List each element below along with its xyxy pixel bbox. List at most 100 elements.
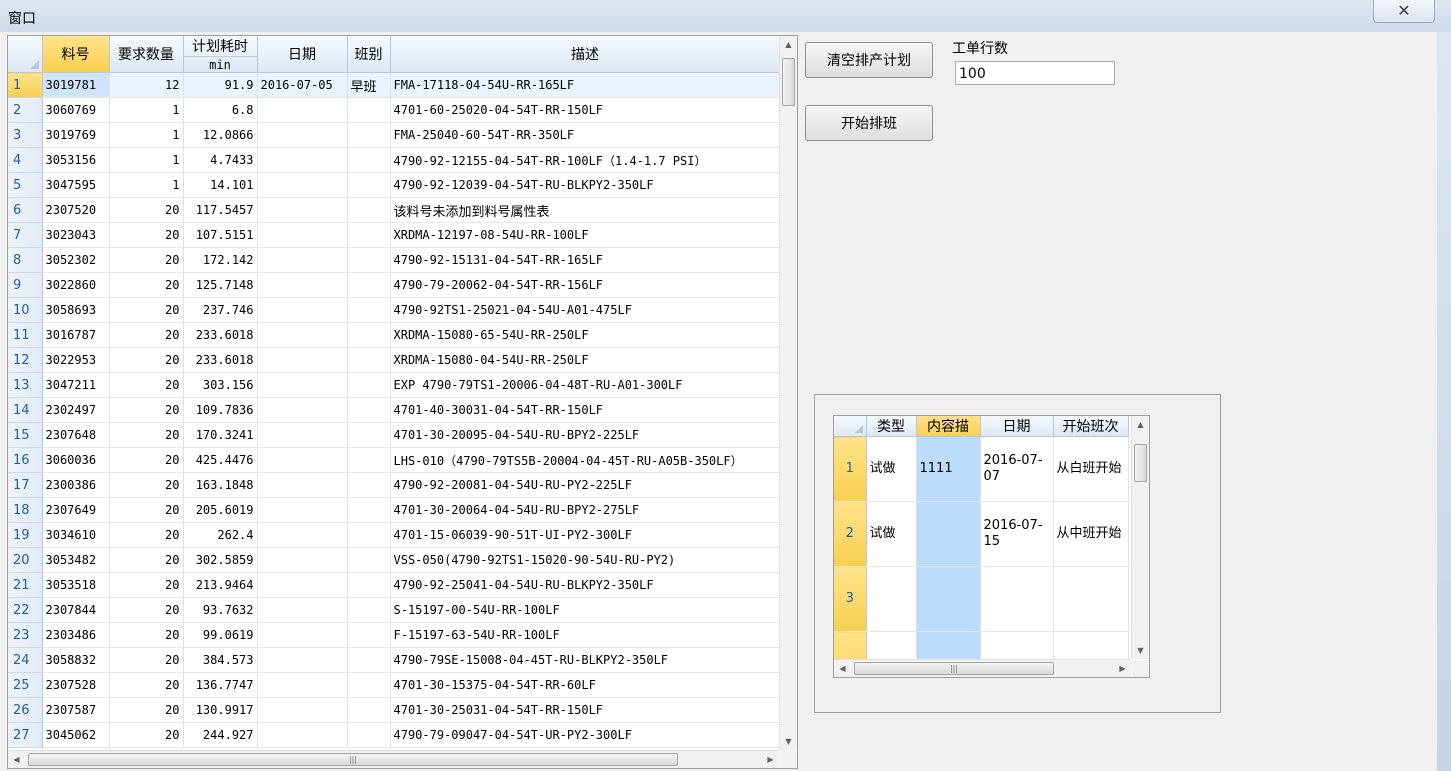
cell-desc[interactable]: 4790-92-12039-04-54T-RU-BLKPY2-350LF — [390, 172, 781, 198]
cell-date[interactable] — [257, 147, 348, 173]
cell-code[interactable]: 3058832 — [42, 647, 110, 673]
grid2-table-row[interactable]: 3 — [834, 566, 1129, 632]
grid2-col-header-type[interactable]: 类型 — [866, 416, 917, 437]
grid2-cell-content[interactable] — [916, 501, 981, 567]
cell-desc[interactable]: 4701-15-06039-90-51T-UI-PY2-300LF — [390, 522, 781, 548]
row-number[interactable]: 1 — [8, 72, 43, 98]
table-row[interactable]: 12 3022953 20 233.6018 XRDMA-15080-04-54U-RR… — [8, 347, 781, 373]
cell-shift[interactable] — [347, 447, 391, 473]
cell-shift[interactable] — [347, 572, 391, 598]
cell-code[interactable]: 2307587 — [42, 697, 110, 723]
cell-qty[interactable]: 20 — [109, 297, 184, 323]
cell-qty[interactable]: 1 — [109, 172, 184, 198]
grid2-col-header-content[interactable]: 内容描 — [916, 416, 981, 437]
cell-time[interactable]: 302.5859 — [183, 547, 258, 573]
cell-date[interactable] — [257, 622, 348, 648]
cell-code[interactable]: 3022860 — [42, 272, 110, 298]
cell-shift[interactable] — [347, 697, 391, 723]
table-row[interactable]: 13 3047211 20 303.156 EXP 4790-79TS1-20006-0… — [8, 372, 781, 398]
cell-date[interactable] — [257, 222, 348, 248]
special-schedule-grid[interactable]: 类型 内容描 日期 开始班次 1 试做 1111 2016-07-07 从白班开始 2 试做… — [833, 415, 1150, 678]
cell-desc[interactable]: 4790-92-15131-04-54T-RR-165LF — [390, 247, 781, 273]
cell-desc[interactable]: XRDMA-12197-08-54U-RR-100LF — [390, 222, 781, 248]
grid2-cell-date[interactable]: 2016-07-15 — [980, 501, 1054, 567]
table-row[interactable]: 11 3016787 20 233.6018 XRDMA-15080-65-54U-RR… — [8, 322, 781, 348]
cell-qty[interactable]: 20 — [109, 472, 184, 498]
cell-qty[interactable]: 20 — [109, 347, 184, 373]
grid2-cell-date[interactable]: 2016-07-07 — [980, 436, 1054, 502]
cell-date[interactable] — [257, 172, 348, 198]
cell-date[interactable] — [257, 422, 348, 448]
table-row[interactable]: 15 2307648 20 170.3241 4701-30-20095-04-54U-… — [8, 422, 781, 448]
table-row[interactable]: 23 2303486 20 99.0619 F-15197-63-54U-RR-100L… — [8, 622, 781, 648]
grid2-row-number[interactable]: 3 — [834, 566, 867, 632]
cell-date[interactable] — [257, 647, 348, 673]
cell-code[interactable]: 3019781 — [42, 72, 110, 98]
cell-date[interactable] — [257, 322, 348, 348]
cell-time[interactable]: 205.6019 — [183, 497, 258, 523]
grid2-scroll-up-icon[interactable]: ▲ — [1132, 416, 1149, 433]
cell-desc[interactable]: 4790-92-12155-04-54T-RR-100LF（1.4-1.7 PS… — [390, 147, 781, 173]
cell-date[interactable] — [257, 572, 348, 598]
cell-shift[interactable] — [347, 672, 391, 698]
grid2-cell-start[interactable]: 从白班开始 — [1053, 436, 1129, 502]
grid2-select-all-corner[interactable] — [834, 416, 867, 437]
cell-date[interactable] — [257, 672, 348, 698]
cell-date[interactable] — [257, 697, 348, 723]
row-number[interactable]: 16 — [8, 447, 43, 473]
cell-date[interactable] — [257, 347, 348, 373]
cell-desc[interactable]: 4701-30-25031-04-54T-RR-150LF — [390, 697, 781, 723]
cell-code[interactable]: 2300386 — [42, 472, 110, 498]
cell-desc[interactable]: 4790-92-20081-04-54U-RU-PY2-225LF — [390, 472, 781, 498]
cell-time[interactable]: 172.142 — [183, 247, 258, 273]
cell-desc[interactable]: 4790-79-20062-04-54T-RR-156LF — [390, 272, 781, 298]
schedule-grid[interactable]: 料号 要求数量 计划耗时 min 日期 班别 描述 1 3019781 12 91.9 2… — [7, 35, 798, 769]
cell-time[interactable]: 136.7747 — [183, 672, 258, 698]
row-number[interactable]: 3 — [8, 122, 43, 148]
row-number[interactable]: 13 — [8, 372, 43, 398]
scroll-thumb[interactable] — [782, 58, 795, 106]
table-row[interactable]: 24 3058832 20 384.573 4790-79SE-15008-04-45T… — [8, 647, 781, 673]
cell-code[interactable]: 3053518 — [42, 572, 110, 598]
cell-desc[interactable]: F-15197-63-54U-RR-100LF — [390, 622, 781, 648]
cell-code[interactable]: 3023043 — [42, 222, 110, 248]
grid2-cell-start[interactable] — [1053, 566, 1129, 632]
cell-desc[interactable]: S-15197-00-54U-RR-100LF — [390, 597, 781, 623]
grid2-vertical-scrollbar[interactable]: ▲ ▼ — [1131, 416, 1149, 659]
cell-date[interactable] — [257, 447, 348, 473]
cell-time[interactable]: 425.4476 — [183, 447, 258, 473]
cell-shift[interactable] — [347, 222, 391, 248]
cell-desc[interactable]: 4790-79SE-15008-04-45T-RU-BLKPY2-350LF — [390, 647, 781, 673]
grid2-cell-content[interactable]: 1111 — [916, 436, 981, 502]
cell-code[interactable]: 3060769 — [42, 97, 110, 123]
cell-desc[interactable]: 4790-79-09047-04-54T-UR-PY2-300LF — [390, 722, 781, 748]
cell-desc[interactable]: 4701-60-25020-04-54T-RR-150LF — [390, 97, 781, 123]
cell-code[interactable]: 3060036 — [42, 447, 110, 473]
col-header-qty[interactable]: 要求数量 — [109, 36, 184, 73]
cell-date[interactable] — [257, 722, 348, 748]
row-number[interactable]: 4 — [8, 147, 43, 173]
cell-time[interactable]: 107.5151 — [183, 222, 258, 248]
cell-code[interactable]: 2307649 — [42, 497, 110, 523]
cell-date[interactable] — [257, 272, 348, 298]
cell-shift[interactable] — [347, 547, 391, 573]
table-row[interactable]: 19 3034610 20 262.4 4701-15-06039-90-51T-UI-… — [8, 522, 781, 548]
cell-qty[interactable]: 20 — [109, 397, 184, 423]
cell-date[interactable] — [257, 547, 348, 573]
cell-date[interactable] — [257, 372, 348, 398]
row-number[interactable]: 10 — [8, 297, 43, 323]
row-number[interactable]: 8 — [8, 247, 43, 273]
cell-date[interactable] — [257, 122, 348, 148]
row-number[interactable]: 7 — [8, 222, 43, 248]
row-number[interactable]: 20 — [8, 547, 43, 573]
table-row[interactable]: 10 3058693 20 237.746 4790-92TS1-25021-04-54… — [8, 297, 781, 323]
cell-time[interactable]: 117.5457 — [183, 197, 258, 223]
cell-time[interactable]: 233.6018 — [183, 322, 258, 348]
cell-date[interactable] — [257, 197, 348, 223]
row-number[interactable]: 12 — [8, 347, 43, 373]
grid2-scroll-right-icon[interactable]: ▶ — [1114, 660, 1131, 677]
table-row[interactable]: 8 3052302 20 172.142 4790-92-15131-04-54T-RR… — [8, 247, 781, 273]
cell-desc[interactable]: 4701-30-20064-04-54U-RU-BPY2-275LF — [390, 497, 781, 523]
cell-desc[interactable]: 4701-30-15375-04-54T-RR-60LF — [390, 672, 781, 698]
cell-qty[interactable]: 1 — [109, 97, 184, 123]
